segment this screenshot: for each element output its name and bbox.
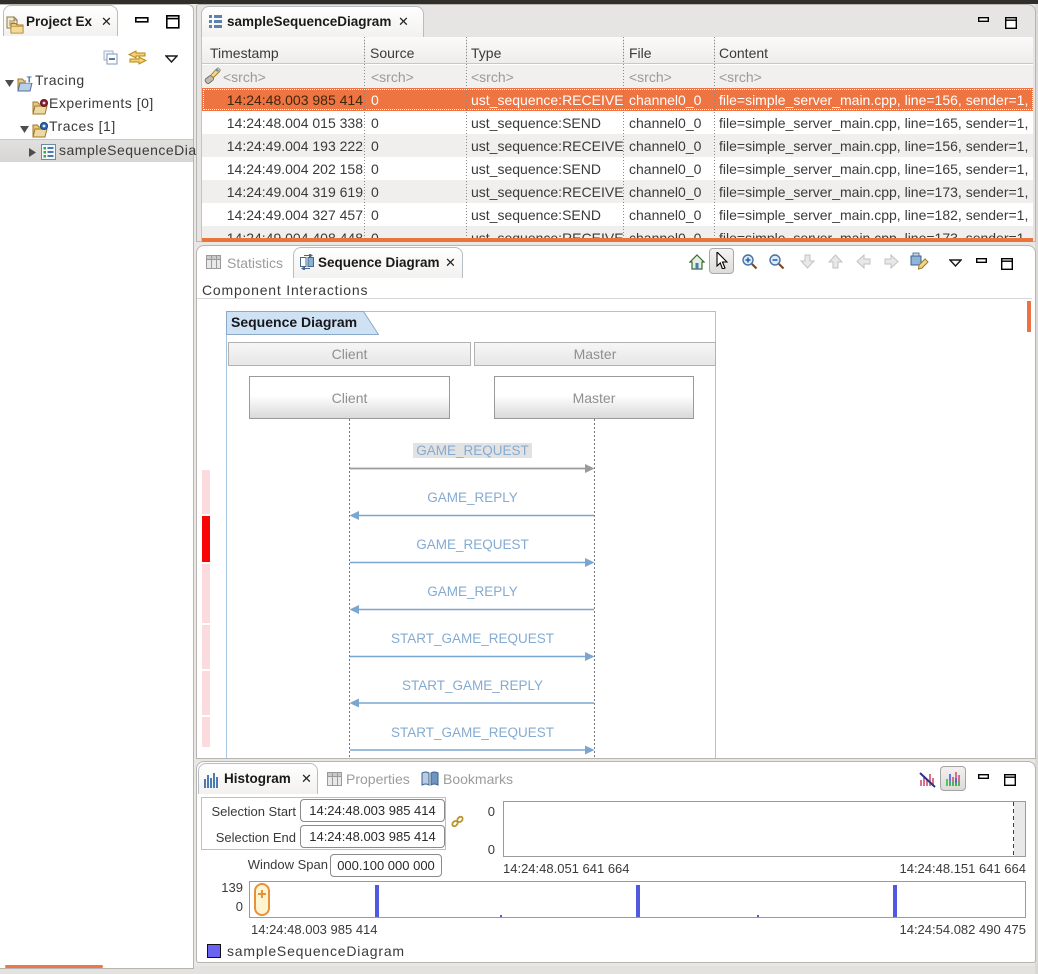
svg-text:T: T (27, 76, 32, 85)
